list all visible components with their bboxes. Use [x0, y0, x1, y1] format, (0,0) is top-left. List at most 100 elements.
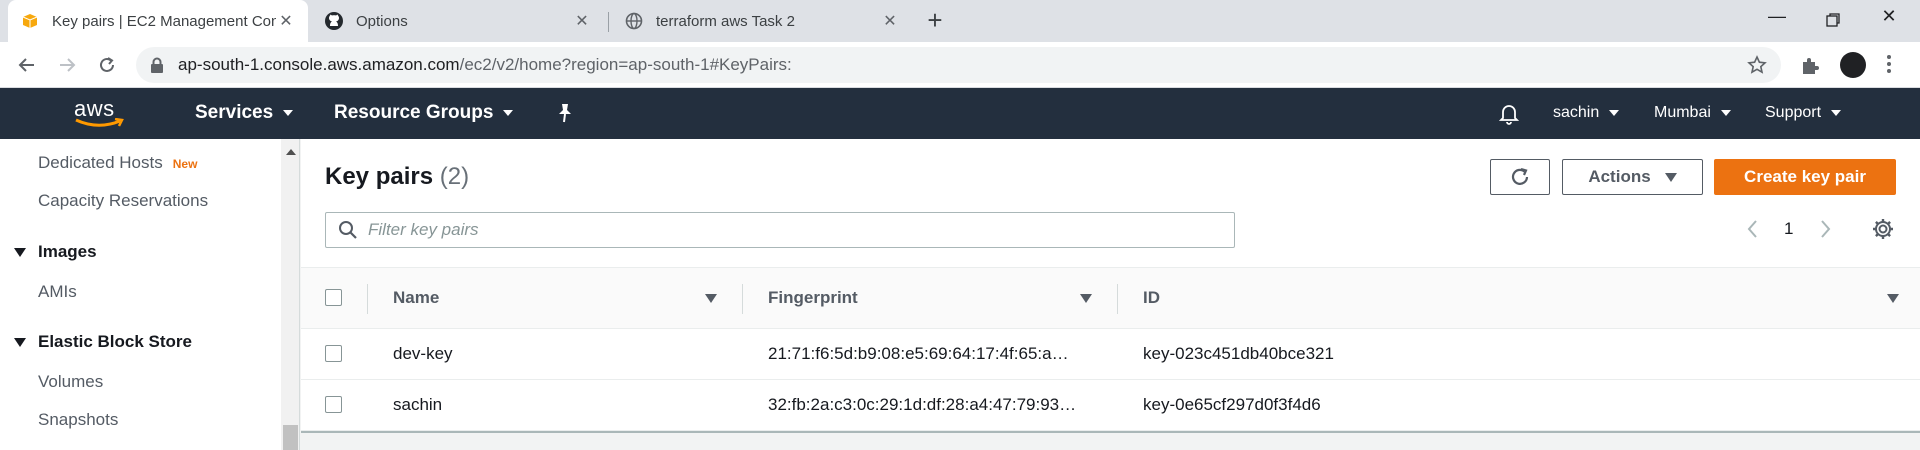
column-header-id[interactable]: ID — [1143, 288, 1160, 308]
sort-icon[interactable] — [1887, 294, 1899, 303]
column-header-fingerprint[interactable]: Fingerprint — [768, 288, 858, 308]
services-menu[interactable]: Services — [195, 102, 294, 124]
collapse-triangle-icon — [14, 337, 26, 347]
cell-fingerprint: 21:71:f6:5d:b9:08:e5:69:64:17:4f:65:a… — [768, 344, 1069, 363]
url-text: ap-south-1.console.aws.amazon.com/ec2/v2… — [178, 55, 792, 75]
sidebar-item-label: Dedicated Hosts — [38, 153, 163, 172]
services-label: Services — [195, 102, 274, 123]
column-header-name[interactable]: Name — [393, 288, 439, 308]
cell-name: sachin — [393, 395, 443, 414]
new-badge: New — [172, 157, 198, 171]
filter-box[interactable] — [325, 212, 1235, 248]
column-divider — [1117, 284, 1118, 314]
sidebar-section-label: Images — [38, 242, 97, 261]
sidebar-section-ebs[interactable]: Elastic Block Store — [14, 332, 192, 352]
browser-menu-icon[interactable] — [1886, 52, 1892, 76]
chevron-down-icon — [1831, 110, 1842, 116]
address-bar[interactable]: ap-south-1.console.aws.amazon.com/ec2/v2… — [136, 47, 1781, 83]
scroll-up-arrow-icon[interactable] — [286, 149, 296, 155]
tab-divider — [608, 12, 609, 32]
back-icon[interactable] — [12, 50, 42, 80]
table-row[interactable]: dev-key 21:71:f6:5d:b9:08:e5:69:64:17:4f… — [301, 329, 1920, 380]
resource-groups-label: Resource Groups — [334, 102, 494, 123]
restore-icon[interactable] — [1813, 6, 1853, 34]
region-label: Mumbai — [1654, 104, 1711, 121]
close-icon[interactable]: ✕ — [572, 11, 592, 31]
sidebar-item-volumes[interactable]: Volumes — [38, 372, 103, 392]
close-icon[interactable]: ✕ — [880, 11, 900, 31]
tab-options[interactable]: Options ✕ — [312, 0, 604, 42]
tab-title: Options — [356, 12, 408, 30]
profile-avatar[interactable] — [1840, 52, 1866, 78]
aws-box-icon — [20, 11, 40, 31]
user-label: sachin — [1553, 104, 1600, 121]
sidebar-scrollbar[interactable] — [281, 139, 299, 450]
support-label: Support — [1765, 104, 1822, 121]
window-close-icon[interactable]: ✕ — [1869, 6, 1909, 34]
bell-icon[interactable] — [1499, 103, 1519, 125]
minimize-icon[interactable]: — — [1757, 6, 1797, 34]
table-header: Name Fingerprint ID — [301, 267, 1920, 329]
item-count: (2) — [439, 163, 470, 190]
close-icon[interactable]: ✕ — [276, 11, 296, 31]
chevron-down-icon — [1720, 110, 1731, 116]
tab-key-pairs[interactable]: Key pairs | EC2 Management Con ✕ — [8, 0, 308, 42]
refresh-button[interactable] — [1490, 159, 1550, 195]
filter-input[interactable] — [368, 220, 1218, 240]
reload-icon[interactable] — [92, 50, 122, 80]
sidebar-section-images[interactable]: Images — [14, 242, 97, 262]
row-checkbox[interactable] — [325, 345, 342, 362]
chevron-down-icon — [503, 110, 514, 116]
sidebar-item-capacity-reservations[interactable]: Capacity Reservations — [38, 191, 208, 211]
sidebar-item-dedicated-hosts[interactable]: Dedicated Hosts New — [38, 153, 197, 173]
user-menu[interactable]: sachin — [1553, 104, 1620, 122]
pin-icon[interactable] — [556, 103, 574, 123]
column-divider — [367, 284, 368, 314]
bookmark-star-icon[interactable] — [1747, 55, 1767, 80]
scrollbar-thumb[interactable] — [283, 425, 298, 450]
chevron-down-icon — [283, 110, 294, 116]
table-row[interactable]: sachin 32:fb:2a:c3:0c:29:1d:df:28:a4:47:… — [301, 380, 1920, 431]
search-icon — [339, 221, 357, 239]
row-checkbox[interactable] — [325, 396, 342, 413]
tab-title: terraform aws Task 2 — [656, 12, 795, 30]
cell-id: key-023c451db40bce321 — [1143, 344, 1334, 363]
select-all-checkbox[interactable] — [325, 289, 342, 306]
browser-toolbar: ap-south-1.console.aws.amazon.com/ec2/v2… — [0, 42, 1920, 88]
browser-tab-strip: Key pairs | EC2 Management Con ✕ Options… — [0, 0, 1920, 42]
resource-groups-menu[interactable]: Resource Groups — [334, 102, 514, 124]
sidebar-item-snapshots[interactable]: Snapshots — [38, 410, 118, 430]
github-icon — [324, 11, 344, 31]
region-menu[interactable]: Mumbai — [1654, 104, 1731, 122]
prev-page-icon[interactable] — [1743, 217, 1763, 241]
caret-down-icon — [1664, 172, 1677, 182]
support-menu[interactable]: Support — [1765, 104, 1842, 122]
sidebar-item-amis[interactable]: AMIs — [38, 282, 77, 302]
extensions-puzzle-icon[interactable] — [1800, 56, 1820, 81]
url-host: ap-south-1.console.aws.amazon.com — [178, 55, 460, 74]
sidebar-section-label: Elastic Block Store — [38, 332, 193, 351]
cell-id: key-0e65cf297d0f3f4d6 — [1143, 395, 1321, 414]
collapse-triangle-icon — [14, 247, 26, 257]
page-number[interactable]: 1 — [1784, 219, 1793, 239]
ec2-sidebar: Dedicated Hosts New Capacity Reservations… — [0, 139, 300, 450]
actions-button[interactable]: Actions — [1562, 159, 1703, 195]
page-title-text: Key pairs — [325, 163, 434, 190]
refresh-icon — [1511, 167, 1529, 185]
aws-logo[interactable]: aws — [74, 96, 126, 130]
tab-title: Key pairs | EC2 Management Con — [52, 12, 276, 30]
chevron-down-icon — [1609, 110, 1620, 116]
lock-icon — [150, 57, 166, 73]
gear-icon[interactable] — [1871, 217, 1895, 241]
new-tab-icon[interactable]: + — [922, 7, 948, 34]
cell-name: dev-key — [393, 344, 453, 363]
globe-icon — [624, 11, 644, 31]
page-title: Key pairs (2) — [325, 163, 469, 191]
sort-icon[interactable] — [1080, 294, 1092, 303]
next-page-icon[interactable] — [1815, 217, 1835, 241]
tab-terraform[interactable]: terraform aws Task 2 ✕ — [612, 0, 912, 42]
key-pairs-panel: Key pairs (2) Actions Create key pair 1 … — [301, 139, 1920, 450]
create-key-pair-button[interactable]: Create key pair — [1714, 159, 1896, 195]
forward-icon[interactable] — [52, 50, 82, 80]
sort-icon[interactable] — [705, 294, 717, 303]
